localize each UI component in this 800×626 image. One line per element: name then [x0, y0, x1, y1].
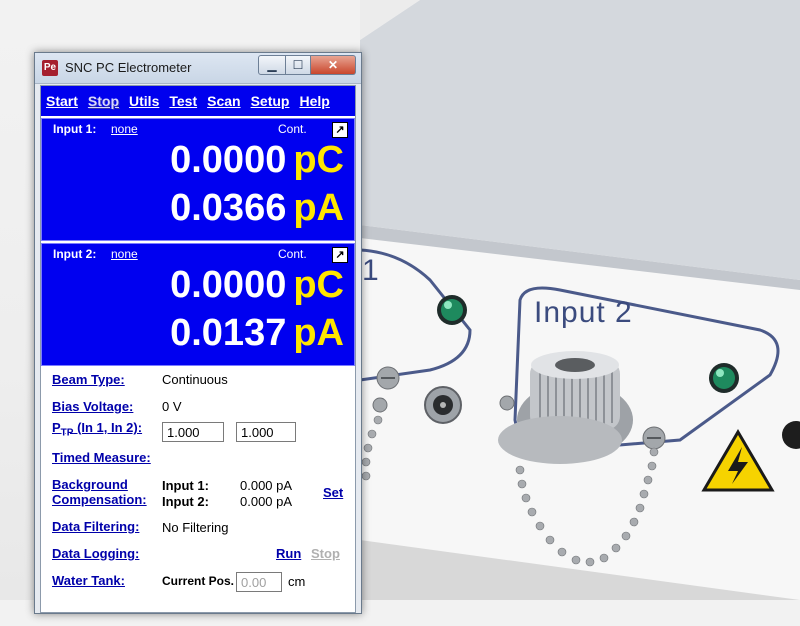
- input2-mode: Cont.: [278, 247, 307, 261]
- input1-mode: Cont.: [278, 122, 307, 136]
- data-filtering-value: No Filtering: [162, 520, 229, 535]
- input2-label: Input 2:: [53, 247, 97, 261]
- ptp-input2-field[interactable]: [236, 422, 296, 442]
- minimize-icon: ▁: [267, 58, 277, 72]
- window-title: SNC PC Electrometer: [65, 60, 192, 75]
- bg-comp-input2-label: Input 2:: [162, 494, 209, 509]
- menu-help[interactable]: Help: [299, 93, 329, 109]
- bg-comp-set-button[interactable]: Set: [323, 485, 343, 500]
- beam-type-value: Continuous: [162, 372, 228, 387]
- input1-current-reading: 0.0366 pA: [170, 187, 344, 230]
- input2-current-unit: pA: [293, 312, 344, 354]
- input2-current-reading: 0.0137 pA: [170, 312, 344, 355]
- menu-setup[interactable]: Setup: [251, 93, 290, 109]
- beam-type-link[interactable]: Beam Type:: [52, 372, 125, 387]
- data-logging-run-button[interactable]: Run: [276, 546, 301, 561]
- input1-charge-reading: 0.0000 pC: [170, 139, 344, 182]
- device-input1-label: 1: [362, 254, 379, 287]
- data-logging-stop-button[interactable]: Stop: [311, 546, 340, 561]
- input1-current-unit: pA: [293, 187, 344, 229]
- title-bar[interactable]: Pe SNC PC Electrometer ▁ ☐ ✕: [35, 53, 361, 84]
- input2-panel: Input 2: none Cont. ↗ 0.0000 pC 0.0137 p…: [41, 243, 355, 366]
- bg-comp-input1-value: 0.000 pA: [240, 478, 293, 493]
- settings-area: Beam Type: Continuous Bias Voltage: 0 V …: [41, 366, 355, 626]
- timed-measure-link[interactable]: Timed Measure:: [52, 450, 151, 465]
- ptp-rest: (In 1, In 2):: [73, 420, 143, 435]
- input1-source-link[interactable]: none: [111, 122, 138, 136]
- bg-comp-input2-value: 0.000 pA: [240, 494, 293, 509]
- menu-utils[interactable]: Utils: [129, 93, 159, 109]
- water-tank-link[interactable]: Water Tank:: [52, 573, 125, 588]
- maximize-button[interactable]: ☐: [286, 55, 311, 75]
- bg-comp-line1: Background: [52, 477, 128, 492]
- popout-icon[interactable]: ↗: [332, 122, 348, 138]
- input2-source-link[interactable]: none: [111, 247, 138, 261]
- input2-charge-value: 0.0000: [170, 264, 287, 306]
- input2-charge-unit: pC: [293, 264, 344, 306]
- input1-current-value: 0.0366: [170, 187, 287, 229]
- input1-charge-unit: pC: [293, 139, 344, 181]
- bg-comp-input1-label: Input 1:: [162, 478, 209, 493]
- minimize-button[interactable]: ▁: [258, 55, 286, 75]
- menu-scan[interactable]: Scan: [207, 93, 240, 109]
- app-icon: Pe: [42, 60, 58, 76]
- menu-bar: Start Stop Utils Test Scan Setup Help: [41, 86, 355, 116]
- popout-icon[interactable]: ↗: [332, 247, 348, 263]
- ptp-link[interactable]: PTP (In 1, In 2):: [52, 420, 142, 439]
- close-button[interactable]: ✕: [311, 55, 356, 75]
- device-input2-label: Input 2: [534, 296, 633, 329]
- input2-charge-reading: 0.0000 pC: [170, 264, 344, 307]
- menu-stop[interactable]: Stop: [88, 93, 119, 109]
- app-window: Pe SNC PC Electrometer ▁ ☐ ✕ Start Stop …: [34, 52, 362, 614]
- menu-test[interactable]: Test: [169, 93, 197, 109]
- ptp-p: P: [52, 420, 61, 435]
- input2-current-value: 0.0137: [170, 312, 287, 354]
- maximize-icon: ☐: [292, 58, 304, 72]
- water-tank-unit: cm: [288, 574, 306, 589]
- ptp-sub: TP: [60, 427, 74, 439]
- bias-voltage-value: 0 V: [162, 399, 182, 414]
- water-tank-pos-field[interactable]: [236, 572, 282, 592]
- input1-panel: Input 1: none Cont. ↗ 0.0000 pC 0.0366 p…: [41, 118, 355, 241]
- window-controls: ▁ ☐ ✕: [258, 55, 356, 75]
- water-tank-pos-label: Current Pos.: [162, 574, 235, 588]
- bg-comp-line2: Compensation:: [52, 492, 147, 507]
- data-logging-link[interactable]: Data Logging:: [52, 546, 139, 561]
- input1-label: Input 1:: [53, 122, 97, 136]
- client-area: Start Stop Utils Test Scan Setup Help In…: [40, 85, 356, 613]
- close-icon: ✕: [327, 58, 339, 72]
- background-compensation-link[interactable]: Background Compensation:: [52, 477, 147, 507]
- ptp-input1-field[interactable]: [162, 422, 224, 442]
- bias-voltage-link[interactable]: Bias Voltage:: [52, 399, 133, 414]
- input1-charge-value: 0.0000: [170, 139, 287, 181]
- data-filtering-link[interactable]: Data Filtering:: [52, 519, 139, 534]
- menu-start[interactable]: Start: [46, 93, 78, 109]
